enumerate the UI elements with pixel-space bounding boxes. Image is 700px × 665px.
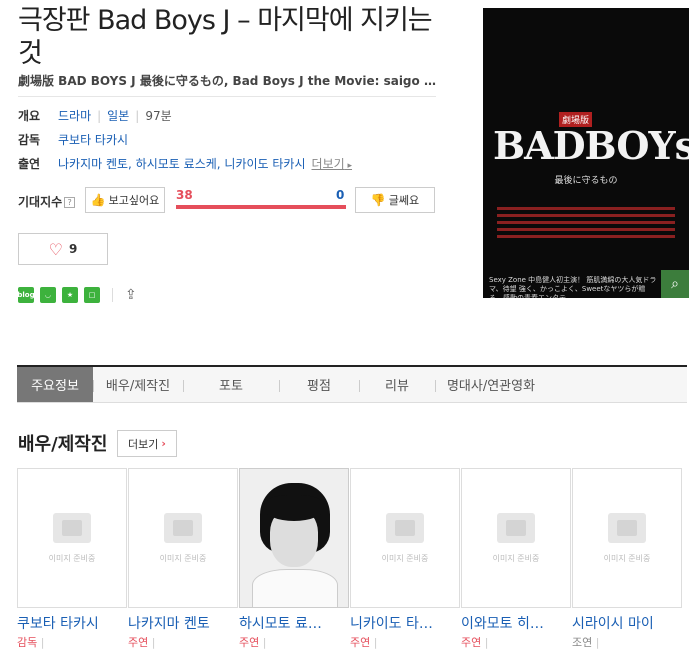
movie-poster[interactable]: 劇場版 BADBOYs 最後に守るもの Sexy Zone 中島健人初主演！ 筋…: [483, 8, 689, 298]
expect-gauge-fill: [176, 205, 346, 209]
section-title: 배우/제작진: [18, 434, 108, 455]
no-count: 0: [336, 188, 345, 202]
share-icon[interactable]: ⇪: [125, 287, 137, 303]
zoom-icon[interactable]: ⌕: [661, 270, 689, 298]
cast-role: 주연: [350, 634, 460, 650]
cast-name[interactable]: 하시모토 료…: [239, 613, 349, 633]
placeholder-photo: 이미지 준비중: [128, 468, 238, 608]
cast-card[interactable]: 이미지 준비중 나카지마 켄토 주연: [128, 468, 238, 650]
like-count: 9: [68, 242, 78, 256]
placeholder-photo: 이미지 준비중: [17, 468, 127, 608]
overview-row: 개요 드라마 | 일본 | 97분: [18, 107, 172, 124]
band-share-icon[interactable]: ◡: [40, 287, 56, 303]
director-link[interactable]: 쿠보타 타카시: [58, 131, 128, 148]
country-link[interactable]: 일본: [107, 107, 129, 124]
cast-list: 이미지 준비중 쿠보타 타카시 감독 이미지 준비중 나카지마 켄토 주연 하시…: [17, 468, 682, 650]
cast-more-link[interactable]: 더보기: [312, 155, 353, 172]
cast-links[interactable]: 나카지마 켄토, 하시모토 료스케, 니카이도 타카시: [58, 155, 306, 172]
tab-main-info[interactable]: 주요정보: [17, 367, 93, 402]
overview-label: 개요: [18, 109, 41, 123]
poster-tagline: Sexy Zone 中島健人初主演！ 筋肌満綿の大人気ドラマ、待望 強く、かっこ…: [489, 276, 657, 298]
placeholder-photo: 이미지 준비중: [461, 468, 571, 608]
expect-label: 기대지수?: [18, 193, 76, 210]
tab-bar: 주요정보 배우/제작진 포토 평점 리뷰 명대사/연관영화: [17, 365, 687, 403]
cast-role: 주연: [239, 634, 349, 650]
cast-card[interactable]: 이미지 준비중 쿠보타 타카시 감독: [17, 468, 127, 650]
placeholder-photo: 이미지 준비중: [350, 468, 460, 608]
cast-card[interactable]: 이미지 준비중 시라이시 마이 조연: [572, 468, 682, 650]
expect-gauge: [176, 205, 346, 209]
image-placeholder-icon: [386, 512, 424, 543]
share-bar: blog ◡ ★ □ ⇪: [17, 287, 137, 303]
want-button[interactable]: 👍 보고싶어요: [85, 187, 165, 213]
cast-label: 출연: [18, 157, 41, 171]
square-share-icon[interactable]: □: [84, 287, 100, 303]
genre-link[interactable]: 드라마: [58, 107, 91, 124]
thumbs-down-icon: 👎: [370, 193, 386, 207]
want-count: 38: [176, 188, 193, 202]
like-button[interactable]: ♡ 9: [18, 233, 108, 265]
movie-title: 극장판 Bad Boys J – 마지막에 지키는 것: [18, 5, 433, 69]
tab-quotes-related[interactable]: 명대사/연관영화: [435, 367, 547, 402]
portrait-image: [240, 469, 348, 607]
tab-photo[interactable]: 포토: [183, 367, 279, 402]
cast-card[interactable]: 이미지 준비중 니카이도 타… 주연: [350, 468, 460, 650]
image-placeholder-icon: [608, 512, 646, 543]
heart-icon: ♡: [48, 239, 63, 259]
director-row: 감독 쿠보타 타카시: [18, 131, 128, 148]
blog-share-icon[interactable]: blog: [17, 287, 35, 303]
cast-photo: [239, 468, 349, 608]
cast-row: 출연 나카지마 켄토, 하시모토 료스케, 니카이도 타카시 더보기: [18, 155, 352, 172]
help-icon[interactable]: ?: [64, 197, 76, 208]
divider: [18, 96, 436, 97]
cast-card[interactable]: 이미지 준비중 이와모토 히… 주연: [461, 468, 571, 650]
tab-cast-crew[interactable]: 배우/제작진: [93, 367, 183, 402]
poster-subtitle: 最後に守るもの: [554, 176, 618, 186]
cast-name[interactable]: 이와모토 히…: [461, 613, 571, 633]
runtime: 97분: [145, 109, 172, 123]
cast-role: 주연: [461, 634, 571, 650]
poster-credits: [497, 203, 675, 243]
poster-logo: BADBOYs: [493, 123, 689, 168]
cast-role: 조연: [572, 634, 682, 650]
cast-card[interactable]: 하시모토 료… 주연: [239, 468, 349, 650]
director-label: 감독: [18, 133, 41, 147]
star-share-icon[interactable]: ★: [62, 287, 78, 303]
image-placeholder-icon: [53, 512, 91, 543]
cast-name[interactable]: 시라이시 마이: [572, 613, 682, 633]
tab-review[interactable]: 리뷰: [359, 367, 435, 402]
cast-role: 주연: [128, 634, 238, 650]
placeholder-photo: 이미지 준비중: [572, 468, 682, 608]
no-button[interactable]: 👎 글쎄요: [355, 187, 435, 213]
tab-rating[interactable]: 평점: [279, 367, 359, 402]
original-title: 劇場版 BAD BOYS J 最後に守るもの, Bad Boys J the M…: [18, 74, 438, 88]
cast-name[interactable]: 니카이도 타…: [350, 613, 460, 633]
image-placeholder-icon: [164, 512, 202, 543]
thumbs-up-icon: 👍: [90, 193, 106, 207]
section-more-button[interactable]: 더보기 ›: [117, 430, 177, 457]
chevron-right-icon: ›: [161, 437, 166, 450]
cast-role: 감독: [17, 634, 127, 650]
cast-name[interactable]: 나카지마 켄토: [128, 613, 238, 633]
image-placeholder-icon: [497, 512, 535, 543]
cast-name[interactable]: 쿠보타 타카시: [17, 613, 127, 633]
